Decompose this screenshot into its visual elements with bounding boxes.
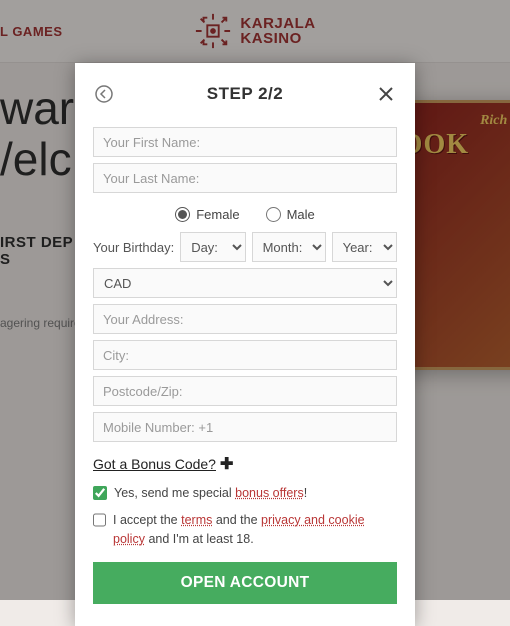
plus-icon[interactable]: ✚: [220, 454, 233, 474]
city-input[interactable]: [93, 340, 397, 370]
gender-male-option[interactable]: Male: [266, 207, 315, 222]
currency-select[interactable]: CAD: [93, 268, 397, 298]
birthday-row: Your Birthday: Day: Month: Year:: [93, 232, 397, 262]
modal-header: STEP 2/2: [93, 83, 397, 105]
offers-checkbox-row[interactable]: Yes, send me special bonus offers!: [93, 484, 397, 503]
signup-modal: STEP 2/2 Female Male Your Birthday: Day:…: [75, 63, 415, 626]
bonus-offers-link[interactable]: bonus offers: [235, 486, 304, 500]
terms-checkbox-row[interactable]: I accept the terms and the privacy and c…: [93, 511, 397, 549]
mobile-input[interactable]: [93, 412, 397, 442]
gender-radio-group: Female Male: [93, 207, 397, 222]
postcode-input[interactable]: [93, 376, 397, 406]
gender-female-option[interactable]: Female: [175, 207, 239, 222]
terms-checkbox[interactable]: [93, 513, 106, 527]
last-name-input[interactable]: [93, 163, 397, 193]
bonus-code-link[interactable]: Got a Bonus Code?: [93, 456, 216, 472]
terms-link[interactable]: terms: [181, 513, 212, 527]
birthday-month-select[interactable]: Month:: [252, 232, 326, 262]
bonus-code-row: Got a Bonus Code? ✚: [93, 454, 397, 474]
address-input[interactable]: [93, 304, 397, 334]
birthday-label: Your Birthday:: [93, 240, 174, 255]
gender-female-radio[interactable]: [175, 207, 190, 222]
gender-male-radio[interactable]: [266, 207, 281, 222]
birthday-year-select[interactable]: Year:: [332, 232, 397, 262]
back-icon[interactable]: [93, 83, 115, 105]
birthday-day-select[interactable]: Day:: [180, 232, 245, 262]
open-account-button[interactable]: OPEN ACCOUNT: [93, 562, 397, 604]
first-name-input[interactable]: [93, 127, 397, 157]
close-icon[interactable]: [375, 83, 397, 105]
offers-checkbox[interactable]: [93, 486, 107, 500]
modal-title: STEP 2/2: [115, 84, 375, 104]
